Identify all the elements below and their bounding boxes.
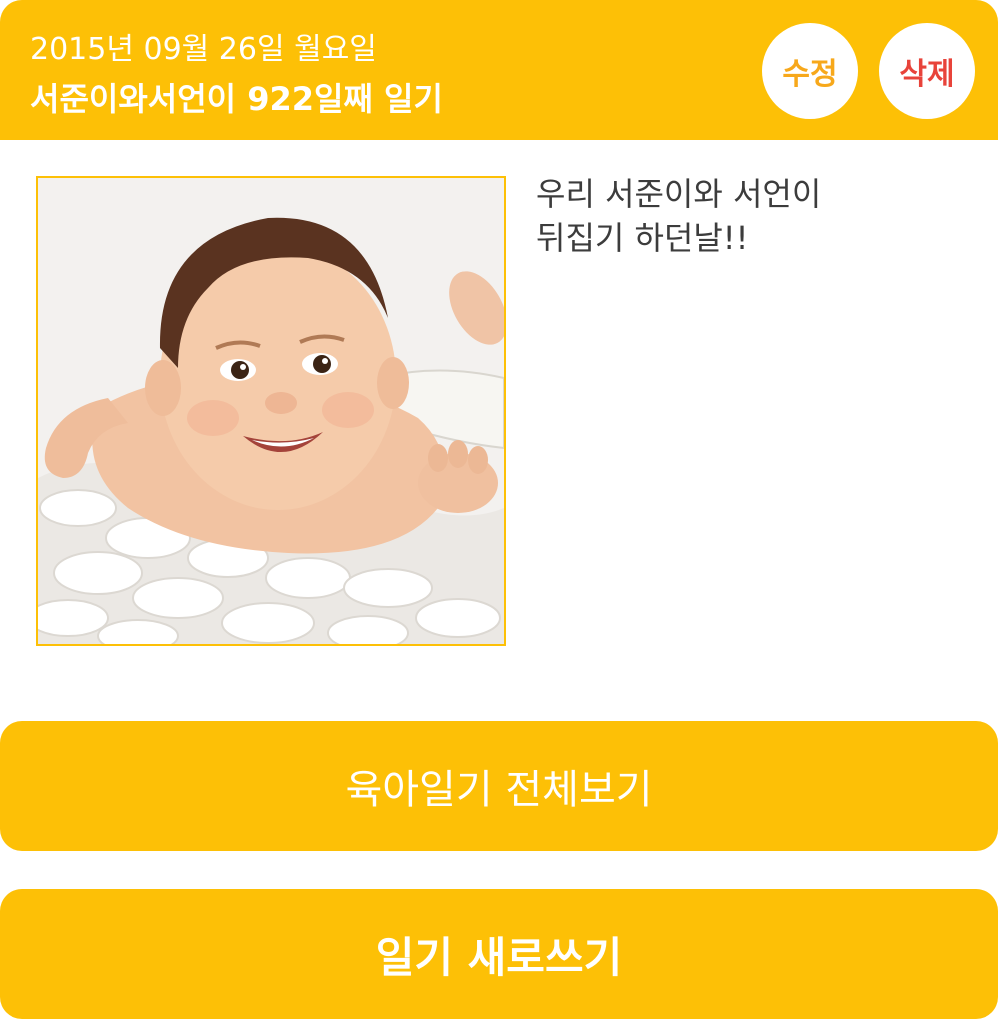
- delete-button[interactable]: 삭제: [879, 23, 975, 119]
- new-diary-button[interactable]: 일기 새로쓰기: [0, 889, 998, 1019]
- baby-photo-icon: [38, 178, 504, 644]
- diary-date: 2015년 09월 26일 월요일: [30, 32, 377, 67]
- diary-header: 2015년 09월 26일 월요일 서준이와서언이 922일째 일기 수정 삭제: [0, 0, 998, 140]
- diary-title: 서준이와서언이 922일째 일기: [30, 80, 443, 118]
- diary-photo: [36, 176, 506, 646]
- diary-text: 우리 서준이와 서언이 뒤집기 하던날!!: [536, 175, 822, 257]
- view-all-diary-button[interactable]: 육아일기 전체보기: [0, 721, 998, 851]
- edit-button[interactable]: 수정: [762, 23, 858, 119]
